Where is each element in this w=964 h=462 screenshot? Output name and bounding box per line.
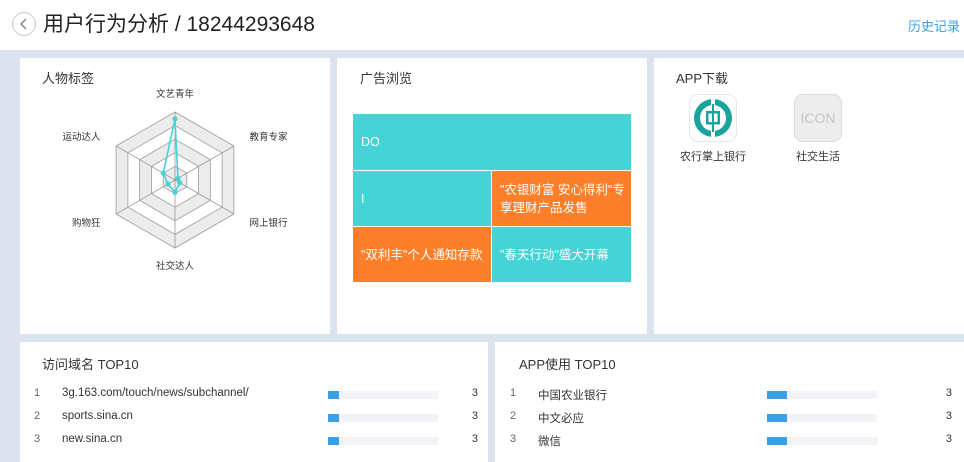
ad-browse-panel: 广告浏览 DO I "农银财富 安心得利"专享理财产品发售 "双利丰"个人通知存… (337, 58, 647, 334)
domain-name: new.sina.cn (62, 433, 123, 445)
person-tags-panel: 人物标签 文艺青年 教育专家 网上银行 社交达人 购物狂 运动达人 (20, 58, 330, 334)
radar-point[interactable] (172, 189, 178, 195)
panel-title: APP使用 TOP10 (519, 357, 616, 372)
progress-fill (328, 437, 339, 445)
progress-fill (328, 414, 339, 422)
ad-cell-abc-wealth[interactable]: "农银财富 安心得利"专享理财产品发售 (492, 171, 631, 226)
placeholder-icon: ICON (794, 94, 842, 142)
domain-name: sports.sina.cn (62, 410, 133, 422)
panel-title: 广告浏览 (360, 71, 413, 86)
panel-title: APP下载 (676, 71, 729, 86)
radar-point[interactable] (175, 175, 181, 181)
progress-fill (767, 414, 787, 422)
progress-fill (767, 391, 787, 399)
ad-cell-spring-action[interactable]: "春天行动"盛大开幕 (492, 227, 631, 282)
history-link[interactable]: 历史记录 (908, 16, 960, 35)
radar-axis-label: 教育专家 (249, 131, 288, 143)
rank: 2 (510, 410, 517, 422)
radar-point[interactable] (165, 181, 171, 187)
list-item[interactable]: 1 3g.163.com/touch/news/subchannel/ 3 (20, 385, 488, 403)
chevron-left-icon (19, 18, 27, 30)
page-title: 用户行为分析 / 18244293648 (43, 13, 315, 36)
radar-axis-label: 网上银行 (249, 217, 288, 229)
progress-fill (328, 391, 339, 399)
count-value: 3 (945, 410, 952, 422)
abc-bank-logo-icon (689, 94, 737, 142)
count-value: 3 (471, 410, 478, 422)
progress-bar (328, 437, 438, 445)
radar-axis-label: 社交达人 (156, 260, 195, 272)
radar-point[interactable] (160, 170, 166, 176)
radar-point[interactable] (172, 116, 178, 122)
list-item[interactable]: 2 sports.sina.cn 3 (20, 408, 488, 426)
list-item[interactable]: 2 中文必应 3 (495, 408, 964, 426)
radar-axis-label: 运动达人 (63, 131, 102, 143)
app-name: 微信 (538, 436, 561, 448)
placeholder-icon-text: ICON (800, 110, 836, 126)
radar-chart: 文艺青年教育专家网上银行社交达人 购物狂 运动达人 (63, 88, 288, 272)
ad-cell-label: "农银财富 安心得利"专享理财产品发售 (500, 182, 625, 215)
count-value: 3 (471, 387, 478, 399)
progress-bar (328, 391, 438, 399)
app-item-social-life[interactable]: ICON 社交生活 (778, 94, 858, 164)
rank: 3 (34, 433, 41, 445)
page-header: 用户行为分析 / 18244293648 历史记录 (0, 0, 964, 50)
progress-fill (767, 437, 787, 445)
rank: 1 (510, 387, 517, 399)
progress-bar (767, 414, 877, 422)
app-name: 社交生活 (796, 151, 840, 163)
progress-bar (328, 414, 438, 422)
app-download-panel: APP下载 农行掌上银行 ICON 社交生活 (654, 58, 964, 334)
rank: 1 (34, 387, 41, 399)
list-item[interactable]: 3 微信 3 (495, 431, 964, 449)
rank: 3 (510, 433, 517, 445)
panel-title: 访问域名 TOP10 (42, 357, 139, 372)
ad-cell-shuanglifeng[interactable]: "双利丰"个人通知存款 (353, 227, 491, 282)
count-value: 3 (471, 433, 478, 445)
list-item[interactable]: 3 new.sina.cn 3 (20, 431, 488, 449)
ad-cell-label: I (361, 191, 365, 206)
app-usage-top10-panel: APP使用 TOP10 1 中国农业银行 3 2 中文必应 3 3 微信 3 (495, 342, 964, 462)
back-button[interactable] (12, 12, 36, 36)
rank: 2 (34, 410, 41, 422)
list-item[interactable]: 1 中国农业银行 3 (495, 385, 964, 403)
count-value: 3 (945, 387, 952, 399)
domain-top10-panel: 访问域名 TOP10 1 3g.163.com/touch/news/subch… (20, 342, 488, 462)
radar-axis-label: 文艺青年 (156, 88, 195, 100)
progress-bar (767, 391, 877, 399)
progress-bar (767, 437, 877, 445)
ad-cell-i[interactable]: I (353, 171, 491, 226)
ad-cell-label: "双利丰"个人通知存款 (361, 247, 483, 262)
dashboard: 人物标签 文艺青年 教育专家 网上银行 社交达人 购物狂 运动达人 广告浏览 DO I "… (0, 50, 964, 462)
radar-point[interactable] (177, 180, 183, 186)
app-item-abc-bank[interactable]: 农行掌上银行 (673, 94, 753, 164)
ad-cell-label: "春天行动"盛大开幕 (500, 247, 609, 262)
count-value: 3 (945, 433, 952, 445)
ad-cell-do[interactable]: DO (353, 114, 631, 170)
app-name: 农行掌上银行 (680, 151, 746, 163)
domain-name: 3g.163.com/touch/news/subchannel/ (62, 387, 249, 399)
app-name: 中文必应 (538, 413, 584, 425)
radar-axis-label: 购物狂 (72, 217, 101, 229)
ad-cell-label: DO (361, 135, 380, 149)
app-name: 中国农业银行 (538, 390, 607, 402)
